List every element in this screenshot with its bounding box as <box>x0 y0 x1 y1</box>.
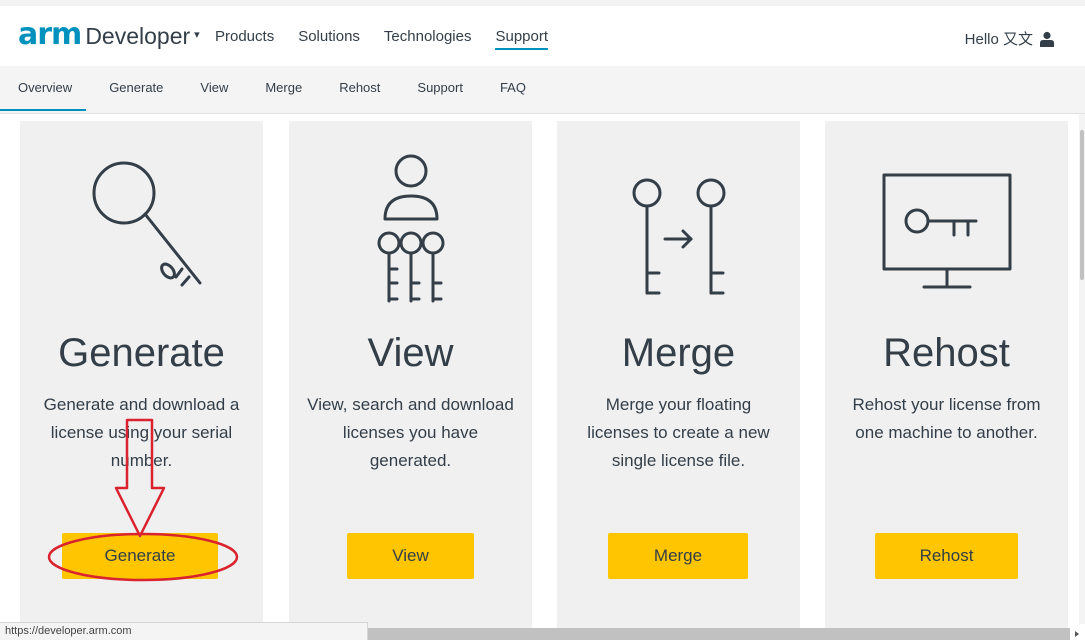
merge-keys-icon <box>632 178 725 295</box>
tab-rehost[interactable]: Rehost <box>339 80 380 112</box>
tab-merge[interactable]: Merge <box>265 80 302 112</box>
license-cards: Generate Generate and download a license… <box>20 121 1080 640</box>
card-title: View <box>367 331 454 375</box>
card-title: Rehost <box>883 331 1010 375</box>
developer-logo-text: Developer <box>85 23 191 49</box>
view-card: View View, search and download licenses … <box>289 121 532 640</box>
merge-button[interactable]: Merge <box>608 533 748 579</box>
greeting-text: Hello 又文 <box>964 31 1033 48</box>
status-bar-url: https://developer.arm.com <box>0 622 368 640</box>
card-description: Merge your floating licenses to create a… <box>587 395 770 470</box>
arm-developer-logo[interactable]: arm Developer ▾ <box>18 20 200 51</box>
main-nav: Products Solutions Technologies Support <box>215 28 572 50</box>
chevron-down-icon[interactable]: ▾ <box>194 28 200 41</box>
nav-solutions[interactable]: Solutions <box>298 28 360 50</box>
scroll-right-arrow-icon[interactable] <box>1072 628 1085 640</box>
card-description: Rehost your license from one machine to … <box>852 395 1041 442</box>
generate-button[interactable]: Generate <box>62 533 218 579</box>
nav-products[interactable]: Products <box>215 28 274 50</box>
card-description: Generate and download a license using yo… <box>43 395 240 470</box>
generate-card: Generate Generate and download a license… <box>20 121 263 640</box>
nav-support[interactable]: Support <box>495 28 549 50</box>
card-title: Generate <box>58 331 225 375</box>
tab-support[interactable]: Support <box>417 80 463 112</box>
tab-generate[interactable]: Generate <box>109 80 163 112</box>
tab-overview[interactable]: Overview <box>0 80 87 112</box>
rehost-card: Rehost Rehost your license from one mach… <box>825 121 1068 640</box>
user-keys-icon <box>377 154 444 303</box>
top-header: arm Developer ▾ Products Solutions Techn… <box>0 0 1085 66</box>
card-description: View, search and download licenses you h… <box>307 395 514 470</box>
tab-view[interactable]: View <box>200 80 228 112</box>
view-button[interactable]: View <box>347 533 474 579</box>
nav-technologies[interactable]: Technologies <box>384 28 472 50</box>
arm-logo-text: arm <box>18 17 82 52</box>
user-greeting[interactable]: Hello 又文 <box>965 28 1055 49</box>
sub-nav: Overview Generate View Merge Rehost Supp… <box>0 66 1085 114</box>
vertical-scrollbar-thumb[interactable] <box>1080 130 1084 280</box>
monitor-key-icon <box>882 173 1011 289</box>
key-icon <box>92 161 201 287</box>
horizontal-scrollbar[interactable] <box>368 628 1070 640</box>
merge-card: Merge Merge your floating licenses to cr… <box>557 121 800 640</box>
user-icon[interactable] <box>1039 31 1055 47</box>
rehost-button[interactable]: Rehost <box>875 533 1018 579</box>
card-title: Merge <box>621 331 736 375</box>
tab-faq[interactable]: FAQ <box>500 80 526 112</box>
